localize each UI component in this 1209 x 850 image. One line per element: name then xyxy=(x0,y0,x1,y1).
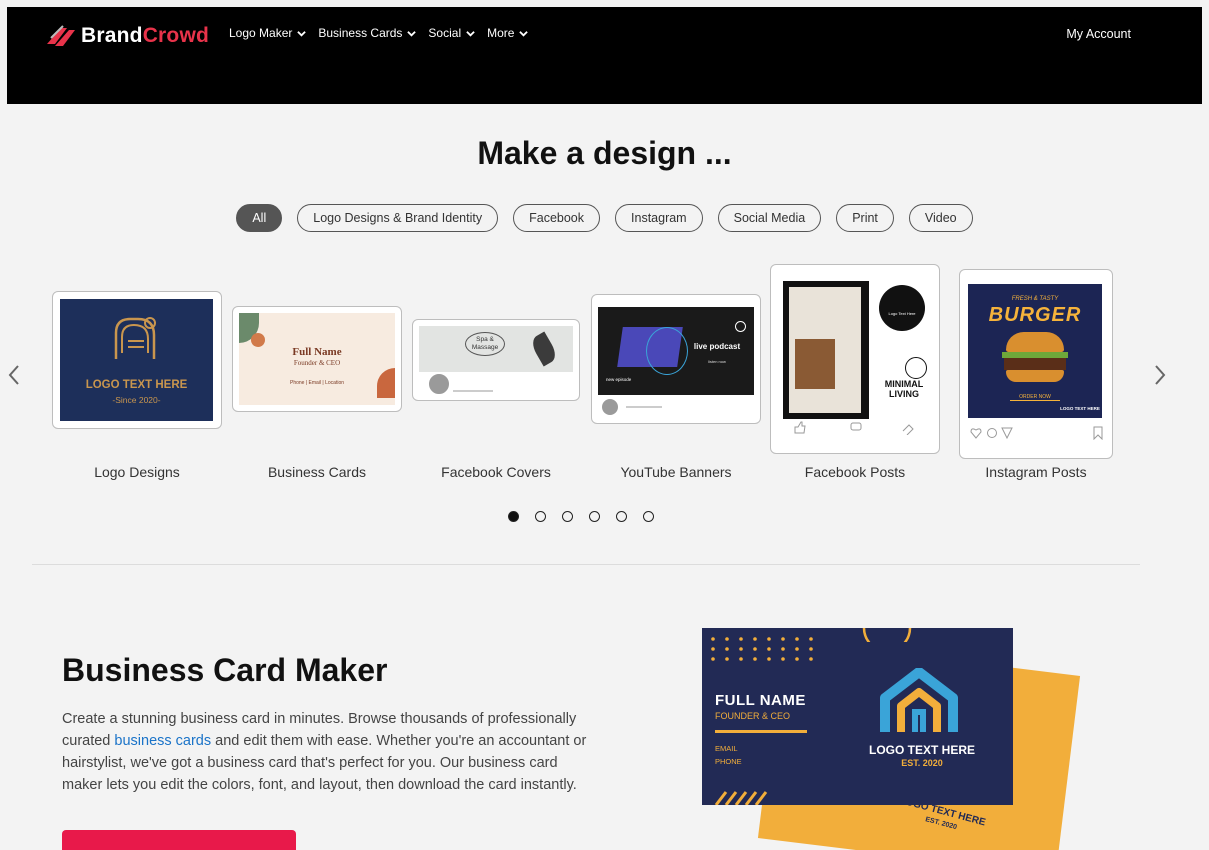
carousel-dot-2[interactable] xyxy=(535,511,546,522)
main-nav: Logo Maker Business Cards Social More xyxy=(229,26,540,40)
thumb-card-name: Full Name xyxy=(292,346,342,358)
thumb-logo-text: LOGO TEXT HERE xyxy=(85,379,188,391)
cta-button[interactable] xyxy=(62,830,296,850)
carousel-dot-5[interactable] xyxy=(616,511,627,522)
lion-logo-icon xyxy=(114,317,156,359)
house-logo-icon xyxy=(880,668,958,732)
filter-social-media[interactable]: Social Media xyxy=(717,204,822,232)
business-cards-link[interactable]: business cards xyxy=(114,733,211,749)
thumb-business-cards[interactable]: Full Name Founder & CEO Phone | Email | … xyxy=(232,306,402,412)
carousel-next-icon[interactable] xyxy=(1151,364,1167,386)
card-front-name: FULL NAME xyxy=(715,692,806,709)
chevron-down-icon xyxy=(466,30,475,37)
thumb-image: Logo Text Here MINIMAL LIVING xyxy=(783,281,929,427)
top-navbar: BrandCrowd Logo Maker Business Cards Soc… xyxy=(7,7,1202,104)
carousel-label[interactable]: Facebook Covers xyxy=(406,464,586,480)
carousel-dot-4[interactable] xyxy=(589,511,600,522)
carousel-label[interactable]: Instagram Posts xyxy=(946,464,1126,480)
circle-accent-icon xyxy=(862,628,912,642)
filter-all[interactable]: All xyxy=(236,204,283,232)
carousel-prev-icon[interactable] xyxy=(7,364,23,386)
carousel-label[interactable]: YouTube Banners xyxy=(586,464,766,480)
thumb-logo-text: LOGO TEXT HERE xyxy=(1060,406,1100,411)
card-front-est: EST. 2020 xyxy=(901,758,943,768)
chevron-down-icon xyxy=(407,30,417,37)
thumb-facebook-covers[interactable]: Spa & Massage xyxy=(412,319,580,401)
brand-logo[interactable]: BrandCrowd xyxy=(45,24,209,48)
nav-logo-maker[interactable]: Logo Maker xyxy=(229,26,307,40)
thumb-podcast-title: live podcast xyxy=(693,342,741,351)
thumb-card-contact: Phone | Email | Location xyxy=(289,380,345,386)
thumb-card-role: Founder & CEO xyxy=(293,359,341,367)
page-title: Make a design ... xyxy=(477,135,732,171)
nav-social[interactable]: Social xyxy=(428,26,475,40)
carousel-label[interactable]: Facebook Posts xyxy=(765,464,945,480)
brand-name: BrandCrowd xyxy=(81,24,210,47)
card-front-logo: LOGO TEXT HERE xyxy=(868,743,975,757)
chevron-down-icon xyxy=(519,30,529,37)
thumb-image: Full Name Founder & CEO Phone | Email | … xyxy=(239,313,395,405)
page: BrandCrowd Logo Maker Business Cards Soc… xyxy=(7,7,1202,850)
chevron-down-icon xyxy=(297,30,307,37)
card-front-phone: PHONE xyxy=(715,757,742,766)
card-front-role: FOUNDER & CEO xyxy=(715,711,791,721)
thumb-logo-sub: -Since 2020- xyxy=(112,395,161,405)
nav-business-cards[interactable]: Business Cards xyxy=(318,26,417,40)
nav-more[interactable]: More xyxy=(487,26,529,40)
filter-logo-designs[interactable]: Logo Designs & Brand Identity xyxy=(297,204,499,232)
category-filters: All Logo Designs & Brand Identity Facebo… xyxy=(7,204,1202,232)
business-card-front: FULL NAME FOUNDER & CEO EMAIL PHONE LOGO… xyxy=(702,628,1013,805)
section-divider xyxy=(32,564,1140,565)
thumb-spa-text: Spa & Massage xyxy=(465,332,505,356)
thumb-order-now: ORDER NOW xyxy=(1010,394,1060,401)
carousel-pagination xyxy=(508,511,654,522)
thumb-image: FRESH & TASTY BURGER ORDER NOW LOGO TEXT… xyxy=(968,284,1102,418)
filter-facebook[interactable]: Facebook xyxy=(513,204,601,232)
post-actions-icons xyxy=(794,421,914,435)
section-title: Business Card Maker xyxy=(62,652,388,688)
carousel-dot-1[interactable] xyxy=(508,511,519,522)
thumb-logo-designs[interactable]: LOGO TEXT HERE -Since 2020- xyxy=(52,291,222,429)
carousel-label[interactable]: Logo Designs xyxy=(47,464,227,480)
thumb-podcast-sub: listen now xyxy=(708,359,726,364)
filter-print[interactable]: Print xyxy=(836,204,894,232)
card-front-email: EMAIL xyxy=(715,744,738,753)
thumb-image: LOGO TEXT HERE -Since 2020- xyxy=(60,299,213,421)
instagram-actions-icons xyxy=(970,426,1103,440)
thumb-fresh-tasty: FRESH & TASTY xyxy=(1011,296,1059,302)
thumb-image: live podcast listen now new episode xyxy=(598,307,754,395)
thumb-minimal-living: MINIMAL LIVING xyxy=(884,379,924,399)
thumb-burger-title: BURGER xyxy=(988,304,1082,326)
dot-pattern-icon xyxy=(711,637,813,661)
filter-instagram[interactable]: Instagram xyxy=(615,204,703,232)
stripes-icon xyxy=(714,791,768,805)
thumb-facebook-posts[interactable]: Logo Text Here MINIMAL LIVING xyxy=(770,264,940,454)
carousel-dot-6[interactable] xyxy=(643,511,654,522)
filter-video[interactable]: Video xyxy=(908,204,973,232)
carousel-dot-3[interactable] xyxy=(562,511,573,522)
my-account-link[interactable]: My Account xyxy=(1066,27,1131,41)
burger-image xyxy=(1002,332,1068,386)
thumb-episode: new episode xyxy=(606,377,632,382)
thumb-youtube-banners[interactable]: live podcast listen now new episode xyxy=(591,294,761,424)
carousel-label[interactable]: Business Cards xyxy=(227,464,407,480)
thumb-instagram-posts[interactable]: FRESH & TASTY BURGER ORDER NOW LOGO TEXT… xyxy=(959,269,1113,459)
section-description: Create a stunning business card in minut… xyxy=(62,711,587,793)
brand-mark-icon xyxy=(47,25,75,46)
thumb-image: Spa & Massage xyxy=(419,326,573,372)
thumb-logo-text: Logo Text Here xyxy=(888,311,916,316)
